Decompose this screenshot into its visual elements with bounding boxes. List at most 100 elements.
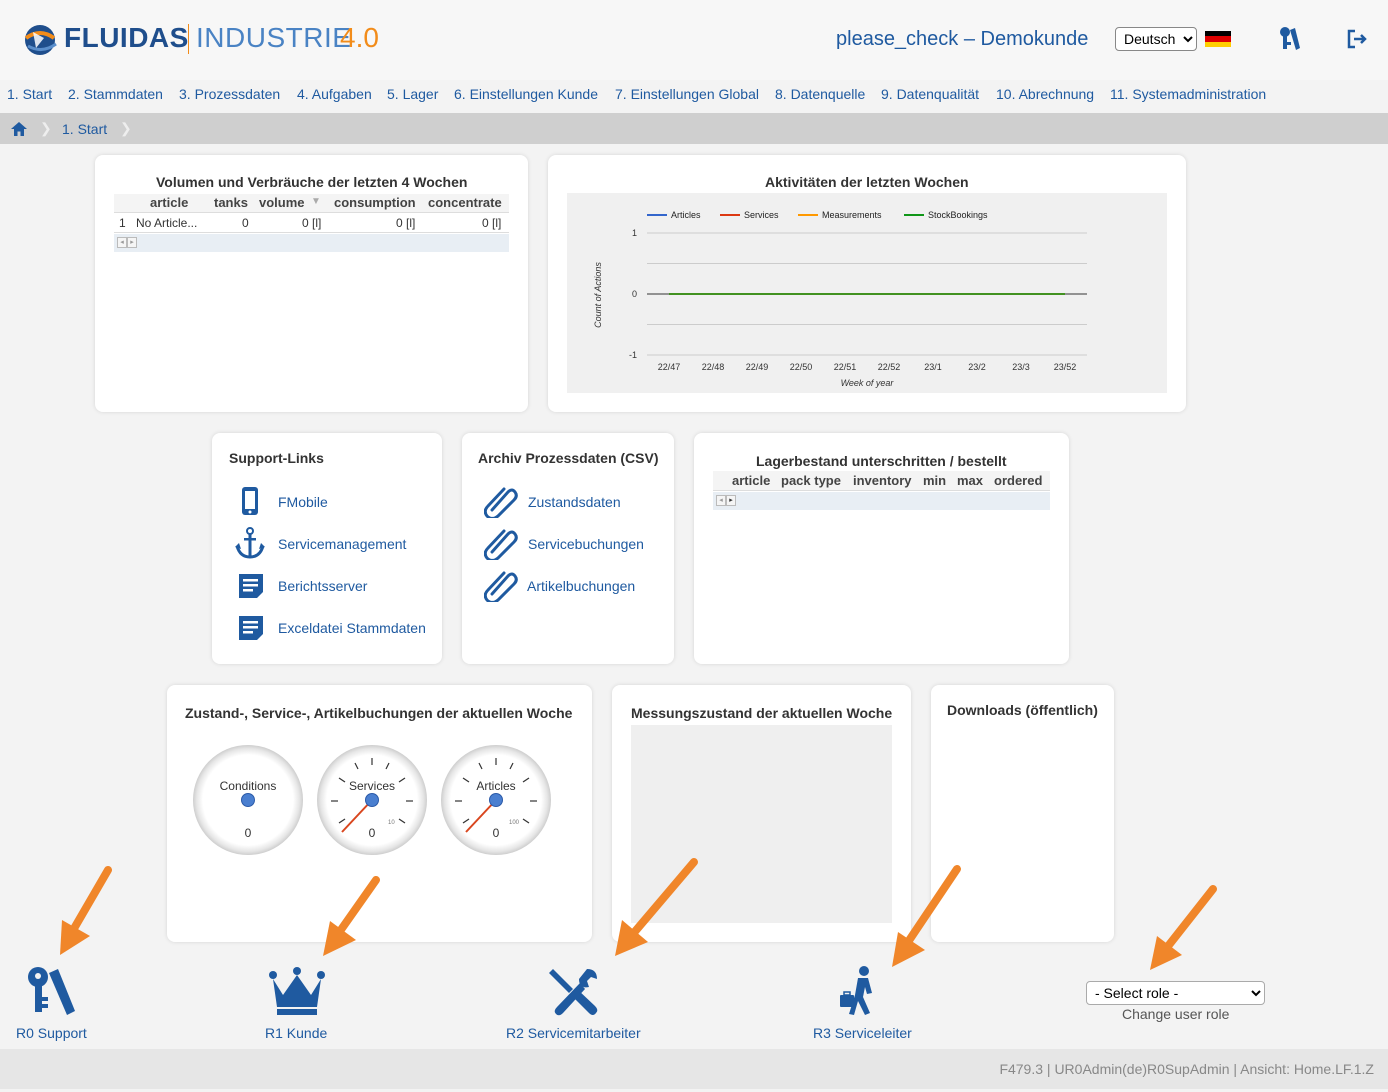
role-r0-label[interactable]: R0 Support (16, 1025, 87, 1041)
stock-grid: article pack type inventory min max orde… (713, 471, 1050, 511)
chart-y-axis-label: Count of Actions (593, 262, 603, 328)
col-pack-type[interactable]: pack type (781, 473, 841, 488)
col-max[interactable]: max (957, 473, 983, 488)
german-flag-icon[interactable] (1205, 31, 1231, 47)
col-article[interactable]: article (150, 195, 188, 210)
archive-title: Archiv Prozessdaten (CSV) (478, 450, 659, 466)
role-r3-serviceleiter[interactable]: R3 Serviceleiter (810, 965, 920, 1045)
downloads-title: Downloads (öffentlich) (947, 702, 1098, 718)
downloads-card: Downloads (öffentlich) (931, 685, 1114, 942)
role-r0-support[interactable]: R0 Support (10, 965, 94, 1045)
measurement-card: Messungszustand der aktuellen Woche (612, 685, 911, 942)
gauge-label: Services (348, 779, 395, 793)
row-number: 1 (119, 216, 126, 230)
nav-lager[interactable]: 5. Lager (387, 86, 438, 102)
user-title: please_check – Demokunde (836, 28, 1089, 50)
x-tick-label: 23/3 (1012, 362, 1030, 372)
y-tick-label: -1 (629, 350, 637, 360)
logo[interactable]: FLUIDAS INDUSTRIE 4.0 (18, 18, 388, 62)
sort-down-icon[interactable]: ▼ (311, 196, 321, 207)
cell-consumption: 0 [l] (396, 216, 416, 230)
cell-tanks: 0 (242, 216, 249, 230)
x-tick-label: 22/50 (790, 362, 813, 372)
grid-scrollbar[interactable]: ◂ ▸ (114, 234, 509, 252)
nav-datenqualitaet[interactable]: 9. Datenqualität (881, 86, 979, 102)
scroll-left-icon[interactable]: ◂ (716, 495, 726, 506)
table-row[interactable]: 1 No Article... 0 0 [l] 0 [l] 0 [l] (114, 213, 509, 233)
x-tick-label: 22/52 (878, 362, 901, 372)
activity-card: Aktivitäten der letzten Wochen Articles S… (548, 155, 1186, 412)
footer: F479.3 | UR0Admin(de)R0SupAdmin | Ansich… (0, 1049, 1388, 1089)
link-artikelbuchungen[interactable]: Artikelbuchungen (527, 578, 635, 594)
scroll-right-icon[interactable]: ▸ (127, 237, 137, 248)
link-zustandsdaten[interactable]: Zustandsdaten (528, 494, 621, 510)
link-fmobile[interactable]: FMobile (278, 494, 328, 510)
col-inventory[interactable]: inventory (853, 473, 912, 488)
nav-start[interactable]: 1. Start (7, 86, 52, 102)
language-select[interactable]: Deutsch (1115, 27, 1197, 51)
nav-aufgaben[interactable]: 4. Aufgaben (297, 86, 372, 102)
x-tick-label: 22/49 (746, 362, 769, 372)
role-r2-label[interactable]: R2 Servicemitarbeiter (506, 1025, 641, 1041)
anchor-icon[interactable] (234, 527, 266, 559)
gauge-articles: Articles 100 0 (441, 745, 551, 855)
col-consumption[interactable]: consumption (334, 195, 416, 210)
nav-einstellungen-global[interactable]: 7. Einstellungen Global (615, 86, 759, 102)
volume-card-title: Volumen und Verbräuche der letzten 4 Woc… (156, 174, 468, 190)
link-servicemanagement[interactable]: Servicemanagement (278, 536, 406, 552)
gauge-conditions: Conditions 0 (193, 745, 303, 855)
arrow-icon (60, 866, 112, 955)
x-tick-label: 23/52 (1054, 362, 1077, 372)
link-exceldatei-stammdaten[interactable]: Exceldatei Stammdaten (278, 620, 426, 636)
chevron-right-icon: ❯ (120, 120, 132, 136)
col-tanks[interactable]: tanks (214, 195, 248, 210)
measurement-chart-area (631, 725, 892, 923)
volume-card: Volumen und Verbräuche der letzten 4 Woc… (95, 155, 528, 412)
volume-grid: article tanks volume ▼ consumption conce… (114, 194, 509, 254)
role-r1-kunde[interactable]: R1 Kunde (262, 965, 334, 1045)
logout-icon[interactable] (1346, 28, 1368, 50)
cell-concentrate: 0 [l] (482, 216, 502, 230)
gauge-hub (241, 793, 255, 807)
breadcrumb-current[interactable]: 1. Start (62, 121, 107, 137)
legend-label: Measurements (822, 210, 882, 220)
nav-einstellungen-kunde[interactable]: 6. Einstellungen Kunde (454, 86, 598, 102)
nav-datenquelle[interactable]: 8. Datenquelle (775, 86, 865, 102)
col-volume[interactable]: volume (259, 195, 305, 210)
mobile-phone-icon[interactable] (240, 486, 260, 516)
col-min[interactable]: min (923, 473, 946, 488)
nav-abrechnung[interactable]: 10. Abrechnung (996, 86, 1094, 102)
cell-volume: 0 [l] (302, 216, 322, 230)
stock-title: Lagerbestand unterschritten / bestellt (756, 453, 1007, 469)
paperclip-icon[interactable] (484, 484, 518, 518)
logo-fluidas: FLUIDAS (64, 22, 189, 53)
col-ordered[interactable]: ordered (994, 473, 1042, 488)
link-berichtsserver[interactable]: Berichtsserver (278, 578, 367, 594)
nav-prozessdaten[interactable]: 3. Prozessdaten (179, 86, 280, 102)
support-links-title: Support-Links (229, 450, 324, 466)
col-concentrate[interactable]: concentrate (428, 195, 502, 210)
scroll-right-icon[interactable]: ▸ (726, 495, 736, 506)
role-select[interactable]: - Select role - (1086, 981, 1265, 1005)
logo-industrie: INDUSTRIE (196, 22, 352, 53)
x-tick-label: 23/1 (924, 362, 942, 372)
document-icon[interactable] (238, 573, 264, 599)
grid-scrollbar[interactable]: ◂ ▸ (713, 492, 1050, 510)
gauge-value: 0 (368, 826, 376, 840)
activity-card-title: Aktivitäten der letzten Wochen (765, 174, 969, 190)
support-keys-icon[interactable] (1278, 26, 1302, 52)
home-icon[interactable] (11, 122, 27, 136)
paperclip-icon[interactable] (484, 568, 518, 602)
change-user-role-label: Change user role (1122, 1006, 1230, 1022)
role-r1-label[interactable]: R1 Kunde (265, 1025, 327, 1041)
nav-stammdaten[interactable]: 2. Stammdaten (68, 86, 163, 102)
role-r3-label[interactable]: R3 Serviceleiter (813, 1025, 912, 1041)
gauge-hub (365, 793, 379, 807)
scroll-left-icon[interactable]: ◂ (117, 237, 127, 248)
role-r2-servicemitarbeiter[interactable]: R2 Servicemitarbeiter (503, 965, 643, 1045)
col-article[interactable]: article (732, 473, 770, 488)
link-servicebuchungen[interactable]: Servicebuchungen (528, 536, 644, 552)
nav-systemadministration[interactable]: 11. Systemadministration (1110, 86, 1266, 102)
document-icon[interactable] (238, 615, 264, 641)
paperclip-icon[interactable] (484, 526, 518, 560)
